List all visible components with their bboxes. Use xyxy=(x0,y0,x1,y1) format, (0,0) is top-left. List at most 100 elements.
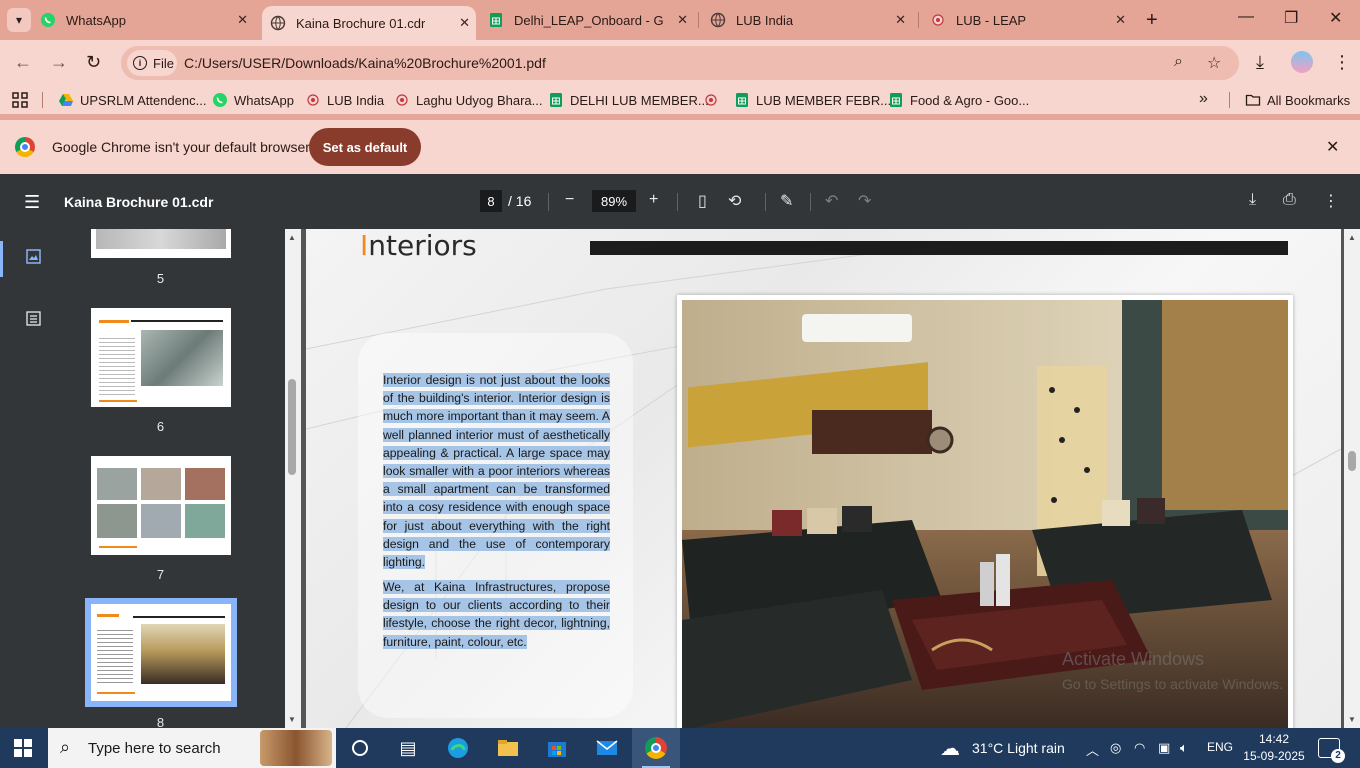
file-explorer-icon[interactable] xyxy=(495,735,521,761)
window-close-icon[interactable]: ✕ xyxy=(1329,8,1342,28)
reload-icon[interactable]: ↻ xyxy=(86,52,101,73)
print-icon[interactable]: ⎙ xyxy=(1283,191,1296,209)
bookmark-lub-india[interactable]: LUB India xyxy=(305,92,384,108)
language-indicator[interactable]: ENG xyxy=(1207,740,1233,754)
scroll-up-arrow-icon[interactable]: ▲ xyxy=(288,233,296,242)
notification-center-icon[interactable]: 2 xyxy=(1318,738,1345,763)
restore-icon[interactable]: ❐ xyxy=(1284,8,1298,28)
close-icon[interactable]: ✕ xyxy=(459,15,470,31)
wifi-icon[interactable]: ◠ xyxy=(1134,740,1145,756)
clock[interactable]: 14:42 15-09-2025 xyxy=(1243,731,1305,765)
download-icon[interactable]: ⤓ xyxy=(1256,52,1264,73)
new-tab-icon[interactable]: + xyxy=(1146,9,1158,32)
close-icon[interactable]: ✕ xyxy=(895,12,906,28)
forward-arrow-icon[interactable]: → xyxy=(50,52,68,73)
bookmark-lub-member-febr[interactable]: LUB MEMBER FEBR... xyxy=(734,92,891,108)
thumbnail-scrollbar[interactable]: ▲ ▼ xyxy=(285,229,301,728)
scroll-up-arrow-icon[interactable]: ▲ xyxy=(1348,233,1356,242)
tab-kaina-brochure[interactable]: Kaina Brochure 01.cdr ✕ xyxy=(262,6,476,40)
rotate-icon[interactable]: ⟲ xyxy=(728,191,741,211)
chevron-up-icon[interactable]: ︿ xyxy=(1086,740,1099,759)
thumbnail-page-5[interactable] xyxy=(91,229,231,258)
chrome-taskbar-button[interactable] xyxy=(632,728,680,768)
security-icon[interactable]: ▣ xyxy=(1158,740,1170,756)
more-menu-icon[interactable]: ⋮ xyxy=(1333,52,1351,73)
mail-icon[interactable] xyxy=(594,735,620,761)
close-icon[interactable]: ✕ xyxy=(1115,12,1126,28)
scrollbar-thumb[interactable] xyxy=(1348,451,1356,471)
outline-view-icon[interactable] xyxy=(26,311,41,330)
search-placeholder: Type here to search xyxy=(88,740,221,757)
url-text[interactable]: C:/Users/USER/Downloads/Kaina%20Brochure… xyxy=(184,55,546,71)
zoom-out-icon[interactable]: − xyxy=(565,191,574,209)
fit-page-icon[interactable]: ▯ xyxy=(698,191,707,211)
thumbnail-page-8[interactable] xyxy=(85,598,237,707)
more-options-icon[interactable]: ⋮ xyxy=(1323,191,1339,211)
weather-text[interactable]: 31°C Light rain xyxy=(972,740,1065,756)
cortana-icon[interactable] xyxy=(347,735,373,761)
tab-lub-leap[interactable]: LUB - LEAP ✕ xyxy=(930,6,1132,34)
document-scrollbar[interactable]: ▲ ▼ xyxy=(1344,229,1360,728)
bookmark-upsrlm[interactable]: UPSRLM Attendenc... xyxy=(58,92,206,108)
all-bookmarks-label: All Bookmarks xyxy=(1267,92,1351,108)
bookmark-food-agro[interactable]: Food & Agro - Goo... xyxy=(888,92,1029,108)
weather-cloud-icon[interactable]: ☁ xyxy=(940,736,960,761)
tab-separator xyxy=(698,12,699,28)
close-icon[interactable]: ✕ xyxy=(237,12,248,28)
task-view-icon[interactable]: ▤ xyxy=(395,735,421,761)
tab-label: LUB India xyxy=(736,12,794,28)
volume-muted-icon[interactable]: 🔈︎ xyxy=(1180,740,1188,756)
hamburger-menu-icon[interactable]: ☰ xyxy=(24,192,40,213)
tab-lub-india[interactable]: LUB India ✕ xyxy=(710,6,912,34)
apps-grid-icon[interactable] xyxy=(12,92,28,108)
all-bookmarks[interactable]: All Bookmarks xyxy=(1245,92,1350,108)
heading-rule xyxy=(590,241,1288,255)
page-number-input[interactable]: 8 xyxy=(480,190,502,212)
edge-icon[interactable] xyxy=(445,735,471,761)
close-icon[interactable]: ✕ xyxy=(677,12,688,28)
store-icon[interactable] xyxy=(544,735,570,761)
annotate-pen-icon[interactable]: ✎ xyxy=(780,191,793,211)
download-icon[interactable]: ⤓ xyxy=(1249,191,1256,209)
zoom-in-icon[interactable]: + xyxy=(649,191,658,209)
address-bar[interactable]: i File C:/Users/USER/Downloads/Kaina%20B… xyxy=(121,46,1239,80)
site-info-chip[interactable]: i File xyxy=(127,50,177,76)
minimize-icon[interactable]: — xyxy=(1238,8,1254,26)
toolbar-separator xyxy=(677,193,678,211)
set-as-default-button[interactable]: Set as default xyxy=(309,128,421,166)
lub-icon xyxy=(396,94,408,106)
bookmark-delhi-lub-member[interactable]: DELHI LUB MEMBER... xyxy=(548,92,709,108)
clock-time: 14:42 xyxy=(1258,732,1290,746)
chevron-double-right-icon[interactable]: » xyxy=(1199,90,1208,108)
undo-icon[interactable]: ↶ xyxy=(825,191,838,211)
close-icon[interactable]: ✕ xyxy=(1326,137,1339,157)
thumbnails-view-icon[interactable] xyxy=(26,249,41,268)
redo-icon[interactable]: ↷ xyxy=(858,191,871,211)
body-paragraph-1[interactable]: Interior design is not just about the lo… xyxy=(383,371,610,571)
bookmark-label: Food & Agro - Goo... xyxy=(910,92,1030,108)
scroll-down-arrow-icon[interactable]: ▼ xyxy=(1348,715,1356,724)
thumbnail-page-6[interactable] xyxy=(91,308,231,407)
profile-avatar[interactable] xyxy=(1291,51,1313,73)
scroll-down-arrow-icon[interactable]: ▼ xyxy=(288,715,296,724)
body-paragraph-2[interactable]: We, at Kaina Infrastructures, propose de… xyxy=(383,578,610,651)
thumbnail-number: 5 xyxy=(156,271,165,286)
thumbnail-page-7[interactable] xyxy=(91,456,231,555)
toolbar-separator xyxy=(548,193,549,211)
zoom-magnifier-icon[interactable]: ⌕ xyxy=(1174,53,1183,71)
tab-whatsapp[interactable]: WhatsApp ✕ xyxy=(40,6,254,34)
windows-start-icon[interactable] xyxy=(14,739,32,757)
scrollbar-thumb[interactable] xyxy=(288,379,296,475)
bookmark-laghu-udyog[interactable]: Laghu Udyog Bhara... xyxy=(394,92,542,108)
taskbar-search-box[interactable]: ⌕ Type here to search xyxy=(48,728,336,768)
tab-search-button[interactable]: ▾ xyxy=(7,8,31,32)
zoom-level-input[interactable]: 89% xyxy=(592,190,636,212)
tab-label: Kaina Brochure 01.cdr xyxy=(296,15,426,31)
meet-now-icon[interactable]: ◎ xyxy=(1110,740,1121,756)
bookmark-whatsapp[interactable]: WhatsApp xyxy=(212,92,294,108)
bookmark-lub-icon-only[interactable] xyxy=(703,92,725,108)
back-arrow-icon[interactable]: ← xyxy=(14,52,32,73)
search-icon: ⌕ xyxy=(60,737,71,757)
bookmark-star-icon[interactable]: ☆ xyxy=(1207,53,1221,73)
tab-delhi-leap[interactable]: Delhi_LEAP_Onboard - Goog ✕ xyxy=(488,6,694,34)
